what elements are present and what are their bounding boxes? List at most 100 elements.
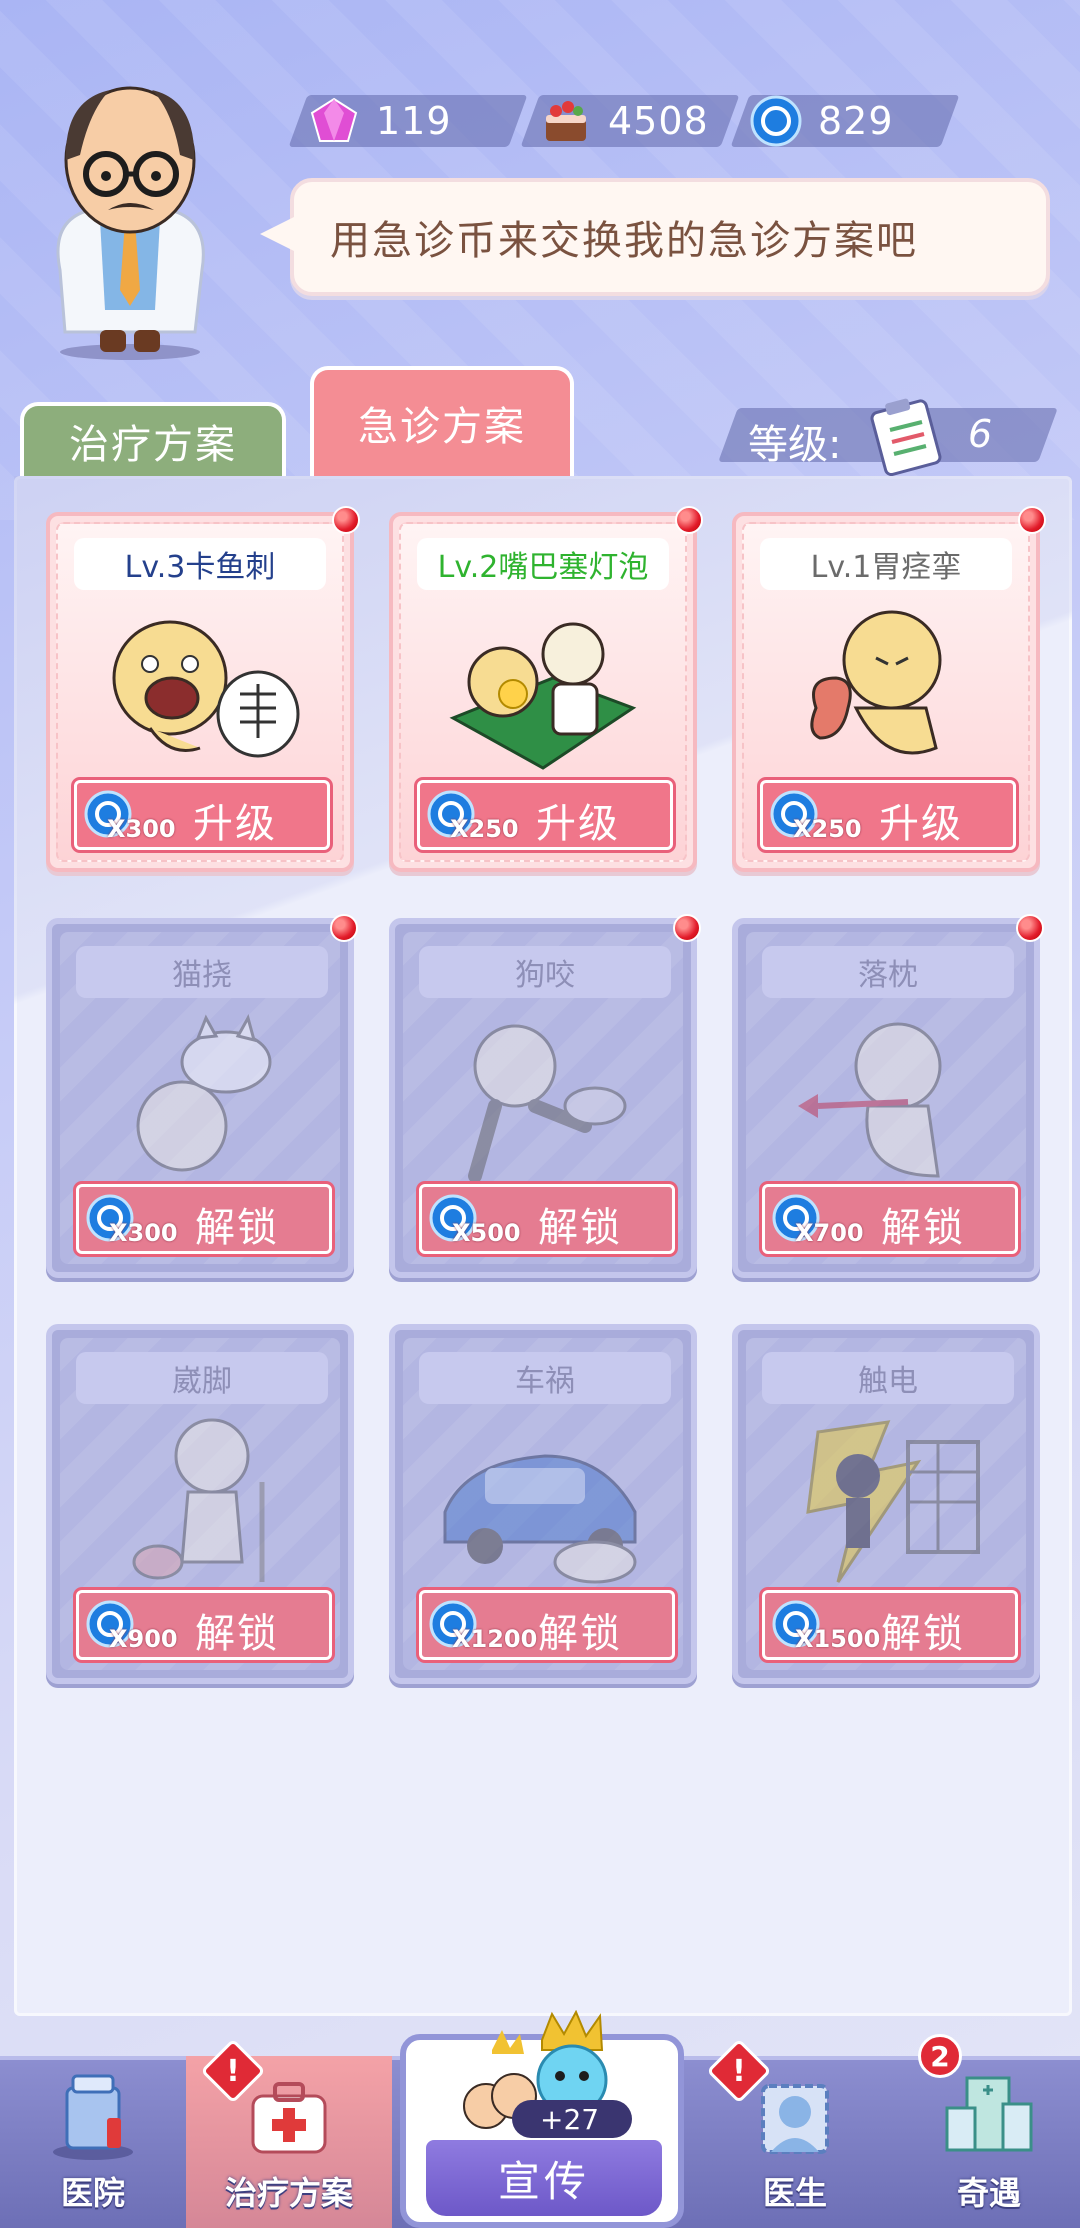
notification-dot — [673, 914, 701, 942]
unlock-button[interactable]: X1200 解锁 — [419, 1590, 675, 1660]
alert-mark: ! — [732, 2053, 746, 2089]
notification-dot — [1018, 506, 1046, 534]
card-title-text: Lv.3卡鱼刺 — [124, 550, 276, 585]
card-title: 车祸 — [419, 1352, 671, 1404]
clipboard-icon — [870, 398, 942, 476]
plan-card-fishbone[interactable]: Lv.3卡鱼刺 X300 升级 — [46, 506, 360, 872]
gem-icon — [310, 97, 358, 142]
nav-adventure-label: 奇遇 — [956, 2174, 1021, 2212]
hospital-icon — [53, 2074, 133, 2160]
stiff-neck-illustration — [798, 1022, 942, 1178]
card-title: Lv.1胃痉挛 — [760, 538, 1012, 590]
tab-emergency-plan[interactable]: 急诊方案 — [310, 366, 574, 476]
card-title: 崴脚 — [76, 1352, 328, 1404]
unlock-label: 解锁 — [538, 1205, 622, 1251]
promo-count: +27 — [512, 2100, 632, 2138]
cake-value: 4508 — [608, 99, 709, 143]
card-title-text: 落枕 — [858, 958, 918, 993]
tab-treatment-label: 治疗方案 — [69, 422, 237, 468]
unlock-label: 解锁 — [881, 1611, 965, 1657]
unlock-label: 解锁 — [195, 1205, 279, 1251]
notification-dot — [330, 914, 358, 942]
unlock-label: 解锁 — [195, 1611, 279, 1657]
card-title-text: Lv.1胃痉挛 — [810, 550, 962, 585]
upgrade-label: 升级 — [193, 801, 277, 847]
cake-counter[interactable]: 4508 — [520, 95, 740, 147]
gem-counter[interactable]: 119 — [288, 95, 528, 147]
plan-card-lightbulb[interactable]: Lv.2嘴巴塞灯泡 X250 升级 — [389, 506, 703, 872]
cost-text: X1200 — [452, 1625, 538, 1653]
tab-emergency-label: 急诊方案 — [358, 404, 526, 450]
plan-card-electric-shock[interactable]: 触电 X1500 解锁 — [732, 1324, 1040, 1684]
promo-button[interactable]: 宣传 — [426, 2140, 662, 2216]
adventure-badge-text: 2 — [930, 2039, 950, 2073]
unlock-button[interactable]: X900 解锁 — [76, 1590, 332, 1660]
card-title: Lv.3卡鱼刺 — [74, 538, 326, 590]
plan-card-stomach-cramp[interactable]: Lv.1胃痉挛 X250 升级 — [732, 506, 1046, 872]
speech-text: 用急诊币来交换我的急诊方案吧 — [330, 218, 918, 264]
unlock-button[interactable]: X700 解锁 — [762, 1184, 1018, 1254]
upgrade-button[interactable]: X300 升级 — [74, 780, 330, 850]
card-title-text: Lv.2嘴巴塞灯泡 — [437, 550, 649, 585]
plan-card-car-accident[interactable]: 车祸 X1200 解锁 — [389, 1324, 697, 1684]
tab-treatment-plan[interactable]: 治疗方案 — [20, 402, 286, 476]
card-title: 猫挠 — [76, 946, 328, 998]
nav-hospital-label: 医院 — [60, 2174, 125, 2212]
cat-scratch-illustration — [136, 1014, 272, 1172]
alert-mark: ! — [226, 2053, 240, 2089]
cake-icon — [546, 101, 586, 141]
notification-dot — [675, 506, 703, 534]
card-title: 狗咬 — [419, 946, 671, 998]
unlock-button[interactable]: X1500 解锁 — [762, 1590, 1018, 1660]
upgrade-button[interactable]: X250 升级 — [760, 780, 1016, 850]
card-title-text: 崴脚 — [172, 1364, 232, 1399]
coin-counter[interactable]: 829 — [730, 95, 960, 147]
upgrade-button[interactable]: X250 升级 — [417, 780, 673, 850]
upgrade-label: 升级 — [536, 801, 620, 847]
level-indicator: 等级: 6 — [718, 398, 1058, 476]
gem-value: 119 — [376, 99, 452, 143]
nav-hospital[interactable]: 医院 — [0, 2056, 186, 2228]
card-title-text: 猫挠 — [172, 958, 232, 993]
promo-label: 宣传 — [497, 2156, 590, 2206]
unlock-button[interactable]: X300 解锁 — [76, 1184, 332, 1254]
plan-card-sprained-ankle[interactable]: 崴脚 X900 解锁 — [46, 1324, 354, 1684]
upgrade-label: 升级 — [879, 801, 963, 847]
cost-text: X700 — [795, 1219, 864, 1247]
notification-dot — [332, 506, 360, 534]
choking-fishbone-illustration — [112, 620, 300, 758]
card-title: 落枕 — [762, 946, 1014, 998]
cost-text: X1500 — [795, 1625, 881, 1653]
nav-promotion[interactable]: +27 宣传 — [392, 2010, 692, 2228]
unlock-button[interactable]: X500 解锁 — [419, 1184, 675, 1254]
unlock-label: 解锁 — [538, 1611, 622, 1657]
nav-doctor-label: 医生 — [762, 2174, 827, 2212]
cost-text: X300 — [107, 815, 176, 843]
adventure-count-badge: 2 — [918, 2034, 962, 2078]
cost-text: X500 — [452, 1219, 521, 1247]
nav-treatment-label: 治疗方案 — [224, 2174, 353, 2212]
sprained-ankle-illustration — [132, 1418, 265, 1582]
city-buildings-icon — [945, 2076, 1033, 2152]
promo-count-text: +27 — [540, 2102, 600, 2136]
doctor-avatar — [56, 86, 205, 360]
cost-text: X900 — [109, 1625, 178, 1653]
card-title: 触电 — [762, 1352, 1014, 1404]
plan-card-stiff-neck[interactable]: 落枕 X700 解锁 — [732, 914, 1044, 1278]
dog-bite-illustration — [468, 1024, 627, 1183]
cost-text: X250 — [450, 815, 519, 843]
emergency-coin-icon — [750, 95, 802, 147]
plan-card-dog-bite[interactable]: 狗咬 X500 解锁 — [389, 914, 701, 1278]
stomach-cramp-illustration — [810, 610, 942, 755]
notification-dot — [1016, 914, 1044, 942]
coin-value: 829 — [818, 99, 894, 143]
speech-bubble: 用急诊币来交换我的急诊方案吧 — [260, 178, 1050, 296]
card-title-text: 狗咬 — [515, 958, 575, 993]
cost-text: X250 — [793, 815, 862, 843]
card-title-text: 车祸 — [515, 1364, 575, 1399]
nav-adventure[interactable]: 奇遇 — [898, 2056, 1080, 2228]
cost-text: X300 — [109, 1219, 178, 1247]
plan-card-cat-scratch[interactable]: 猫挠 X300 解锁 — [46, 914, 358, 1278]
car-accident-illustration — [443, 1454, 637, 1584]
electric-shock-illustration — [806, 1420, 980, 1583]
